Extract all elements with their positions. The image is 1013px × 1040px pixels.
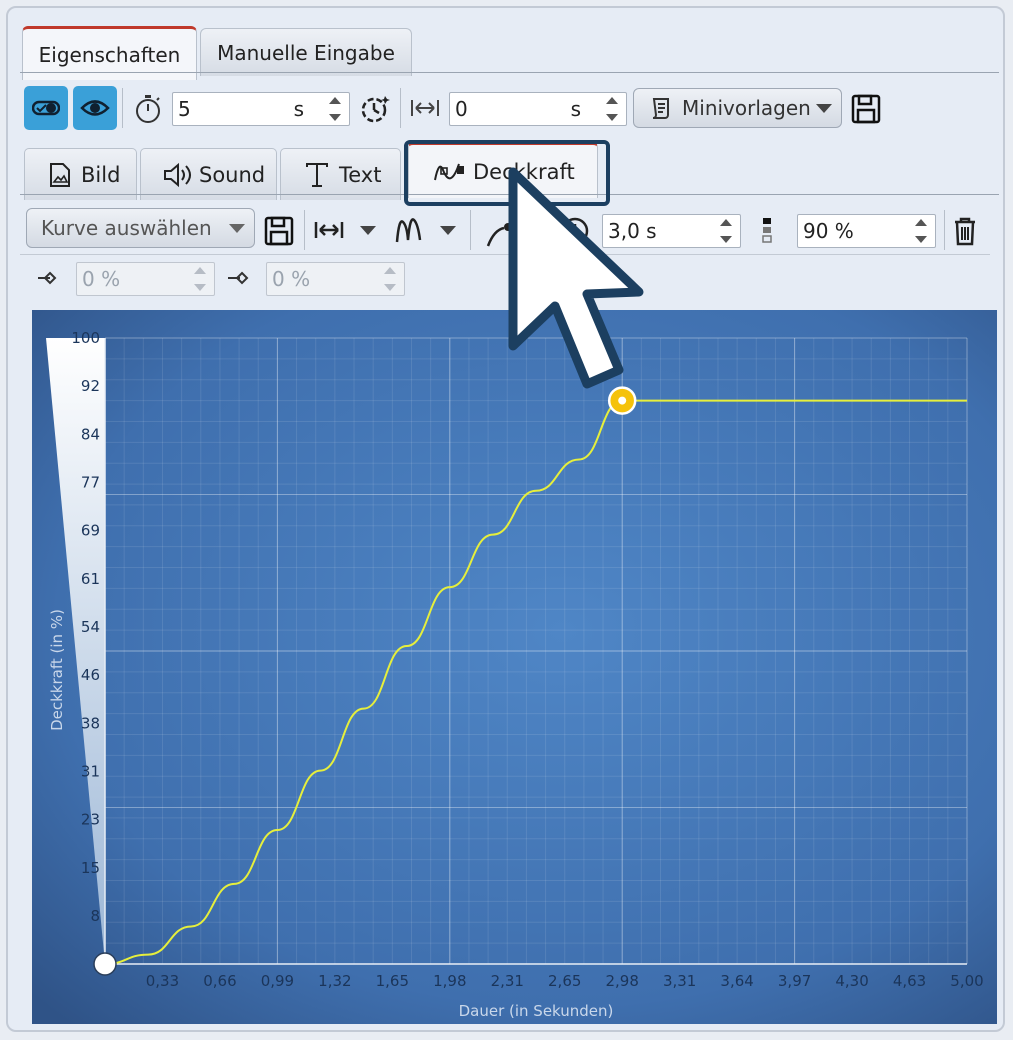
x-tick-label: 3,31 (663, 972, 696, 990)
y-tick-label: 69 (81, 522, 100, 540)
offset-arrows-icon (411, 100, 439, 116)
tangent-in-input[interactable]: 0 % (76, 262, 215, 296)
eye-icon (80, 100, 110, 116)
x-tick-label: 2,31 (491, 972, 524, 990)
auto-timer-icon[interactable] (358, 92, 392, 126)
y-tick-label: 38 (81, 714, 100, 732)
tab-divider (20, 72, 999, 73)
save-curve-icon[interactable] (264, 216, 294, 246)
tab-label: Bild (81, 162, 121, 187)
minivorlagen-label: Minivorlagen (682, 96, 811, 120)
tab-label: Eigenschaften (38, 42, 181, 67)
tab-label: Sound (199, 162, 266, 187)
stopwatch-icon (136, 95, 160, 123)
tab-label: Manuelle Eingabe (217, 40, 395, 65)
y-tick-label: 61 (81, 570, 100, 588)
separator (944, 210, 945, 250)
offset-input[interactable]: 0 s (449, 92, 627, 126)
speaker-icon (164, 162, 191, 187)
x-tick-label: 4,30 (835, 972, 868, 990)
tab-bild[interactable]: Bild (24, 148, 137, 200)
properties-panel: Eigenschaften Manuelle Eingabe 5 s 0 s M… (6, 6, 1005, 1032)
tab-sound[interactable]: Sound (140, 148, 277, 200)
minivorlagen-dropdown[interactable]: Minivorlagen (633, 88, 842, 128)
x-tick-label: 4,63 (893, 972, 926, 990)
offset-value: 0 (455, 97, 468, 121)
chevron-down-icon (816, 104, 832, 113)
duration-unit: s (293, 97, 304, 121)
toggle-switch-icon (32, 100, 60, 116)
tab-text[interactable]: Text (280, 148, 401, 200)
x-tick-label: 0,99 (261, 972, 294, 990)
duration-input[interactable]: 5 s (172, 92, 350, 126)
separator (470, 210, 471, 250)
opacity-level-icon (762, 218, 772, 243)
y-tick-label: 8 (90, 907, 100, 925)
x-tick-label: 1,65 (376, 972, 409, 990)
x-tick-label: 1,98 (433, 972, 466, 990)
preview-eye-button[interactable] (73, 86, 117, 130)
offset-unit: s (570, 97, 581, 121)
trash-icon[interactable] (952, 216, 978, 246)
tab-label: Text (339, 162, 382, 187)
y-tick-label: 92 (81, 377, 100, 395)
chevron-down-icon[interactable] (360, 226, 376, 235)
tangent-out-spinner[interactable] (382, 266, 398, 292)
x-axis-label: Dauer (in Sekunden) (459, 1002, 614, 1020)
visibility-toggle-button[interactable] (24, 86, 68, 130)
offset-spinner[interactable] (604, 96, 620, 122)
y-tick-label: 84 (81, 425, 100, 443)
tangent-in-icon (38, 271, 57, 285)
y-axis-label: Deckkraft (in %) (48, 609, 66, 731)
separator (122, 88, 123, 128)
keyframe-opacity-input[interactable]: 90 % (797, 214, 936, 248)
x-tick-label: 2,98 (605, 972, 638, 990)
y-tick-label: 15 (81, 859, 100, 877)
keyframe-start[interactable] (93, 952, 117, 976)
y-tick-label: 31 (81, 763, 100, 781)
image-file-icon (50, 162, 70, 187)
tab-manuelle-eingabe[interactable]: Manuelle Eingabe (200, 28, 412, 76)
tangent-out-icon (228, 271, 249, 285)
keyframe-time-spinner[interactable] (718, 218, 734, 244)
y-tick-label: 23 (81, 811, 100, 829)
curve-select-label: Kurve auswählen (41, 216, 212, 240)
x-tick-label: 0,33 (146, 972, 179, 990)
x-tick-label: 1,32 (318, 972, 351, 990)
duration-value: 5 (178, 97, 191, 121)
wave-curve-icon[interactable] (394, 214, 426, 246)
curve-select-dropdown[interactable]: Kurve auswählen (26, 208, 255, 248)
chevron-down-icon (229, 224, 245, 233)
x-tick-label: 5,00 (950, 972, 983, 990)
opacity-curve-graph[interactable]: 100 92 84 77 69 61 54 46 38 31 23 15 8 0,33 0,66 0,99 1… (32, 310, 997, 1024)
x-tick-label: 3,97 (778, 972, 811, 990)
mouse-pointer-icon (508, 167, 644, 389)
text-t-icon (306, 162, 328, 187)
tangent-out-input[interactable]: 0 % (266, 262, 405, 296)
scroll-document-icon (652, 98, 669, 119)
keyframe-opacity-spinner[interactable] (913, 218, 929, 244)
save-icon[interactable] (851, 94, 881, 124)
tangent-in-spinner[interactable] (192, 266, 208, 292)
y-tick-label: 77 (81, 474, 100, 492)
x-tick-label: 3,64 (720, 972, 753, 990)
separator (304, 210, 305, 250)
duration-spinner[interactable] (327, 96, 343, 122)
y-tick-label: 100 (71, 329, 100, 347)
chevron-down-icon[interactable] (440, 226, 456, 235)
y-tick-label: 46 (81, 666, 100, 684)
x-tick-label: 2,65 (548, 972, 581, 990)
stretch-arrows-icon[interactable] (314, 220, 344, 240)
separator (400, 88, 401, 128)
y-tick-label: 54 (81, 618, 100, 636)
x-tick-label: 0,66 (203, 972, 236, 990)
